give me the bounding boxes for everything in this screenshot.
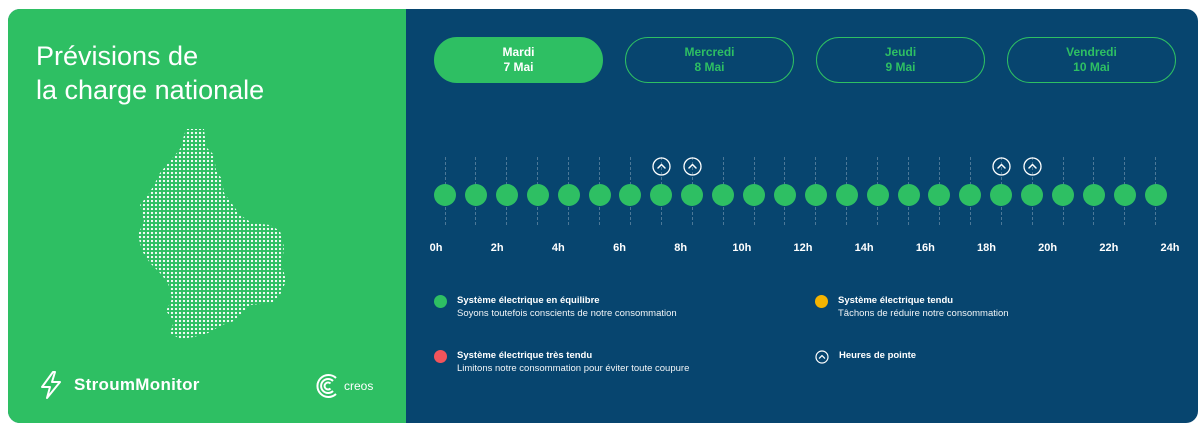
lightning-bolt-icon [41,371,61,399]
legend-title: Heures de pointe [839,350,917,361]
right-panel: Mardi 7 Mai Mercredi 8 Mai Jeudi 9 Mai V… [406,9,1198,423]
brand: StroumMonitor [38,369,200,401]
legend-desc: Tâchons de réduire notre consommation [838,308,1009,319]
legend-item-tres-tendu: Système électrique très tendu Limitons n… [434,349,689,376]
partner-name: creos [344,379,374,393]
legend-title: Système électrique tendu [838,295,954,306]
load-forecast-card: Prévisions de la charge nationale Stroum… [8,9,1198,423]
left-panel: Prévisions de la charge nationale Stroum… [8,9,406,423]
title-line-1: Prévisions de [36,41,199,71]
page-title: Prévisions de la charge nationale [36,39,376,107]
legend-item-equilibre: Système électrique en équilibre Soyons t… [434,294,677,321]
legend-desc: Limitons notre consommation pour éviter … [457,363,690,374]
legend-item-tendu: Système électrique tendu Tâchons de rédu… [815,294,1009,321]
luxembourg-map-icon [138,129,286,339]
legend-desc: Soyons toutefois conscients de notre con… [457,308,677,319]
legend-dot-red [434,350,447,363]
partner-logo: creos [314,371,373,401]
legend-dot-green [434,295,447,308]
creos-logo-icon [316,374,337,398]
legend-title: Système électrique en équilibre [457,295,600,306]
legend-dot-orange [815,295,828,308]
chevron-up-circle-icon [815,350,829,364]
legend-item-peak: Heures de pointe [815,349,916,364]
brand-name: StroumMonitor [74,375,200,394]
title-line-2: la charge nationale [36,75,265,105]
legend-title: Système électrique très tendu [457,350,593,361]
legend: Système électrique en équilibre Soyons t… [406,9,1198,423]
